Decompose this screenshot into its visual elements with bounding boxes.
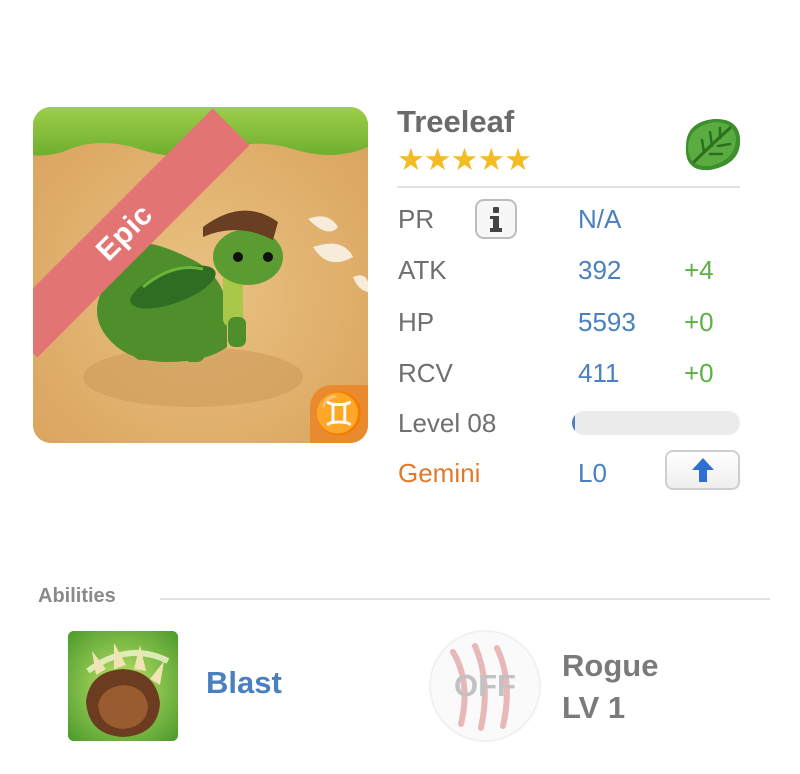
atk-label: ATK bbox=[398, 255, 447, 285]
monster-name: Treeleaf bbox=[397, 104, 515, 139]
info-button[interactable] bbox=[475, 199, 517, 239]
abilities-divider bbox=[160, 598, 770, 600]
rcv-label: RCV bbox=[398, 358, 453, 388]
star-rating: ★★★★★ bbox=[397, 142, 532, 177]
sign-level-value: L0 bbox=[578, 458, 607, 488]
sign-upgrade-button[interactable] bbox=[665, 450, 740, 490]
sign-label: Gemini bbox=[398, 458, 481, 488]
arrow-up-icon bbox=[691, 458, 714, 482]
rcv-value: 411 bbox=[578, 358, 620, 388]
class-status: OFF bbox=[454, 668, 516, 703]
gemini-icon: ♊ bbox=[310, 385, 368, 443]
class-name: Rogue bbox=[562, 648, 659, 683]
leaf-icon bbox=[680, 116, 742, 177]
rcv-bonus: +0 bbox=[684, 358, 714, 388]
level-progress-bar bbox=[572, 411, 740, 435]
class-level: LV 1 bbox=[562, 690, 626, 725]
hp-value: 5593 bbox=[578, 307, 636, 337]
class-toggle[interactable]: OFF bbox=[429, 630, 541, 742]
hp-bonus: +0 bbox=[684, 307, 714, 337]
pr-label: PR bbox=[398, 204, 435, 234]
atk-value: 392 bbox=[578, 255, 622, 285]
abilities-heading: Abilities bbox=[38, 585, 116, 607]
claw-icon[interactable] bbox=[68, 631, 178, 741]
atk-bonus: +4 bbox=[684, 255, 714, 285]
header-divider bbox=[397, 186, 740, 188]
info-icon bbox=[490, 207, 502, 232]
pr-value: N/A bbox=[578, 204, 622, 234]
level-progress-fill bbox=[572, 411, 576, 435]
hp-label: HP bbox=[398, 307, 435, 337]
monster-portrait[interactable]: Epic ♊ bbox=[33, 107, 368, 443]
skill-name: Blast bbox=[206, 665, 282, 700]
level-label: Level 08 bbox=[398, 408, 497, 438]
